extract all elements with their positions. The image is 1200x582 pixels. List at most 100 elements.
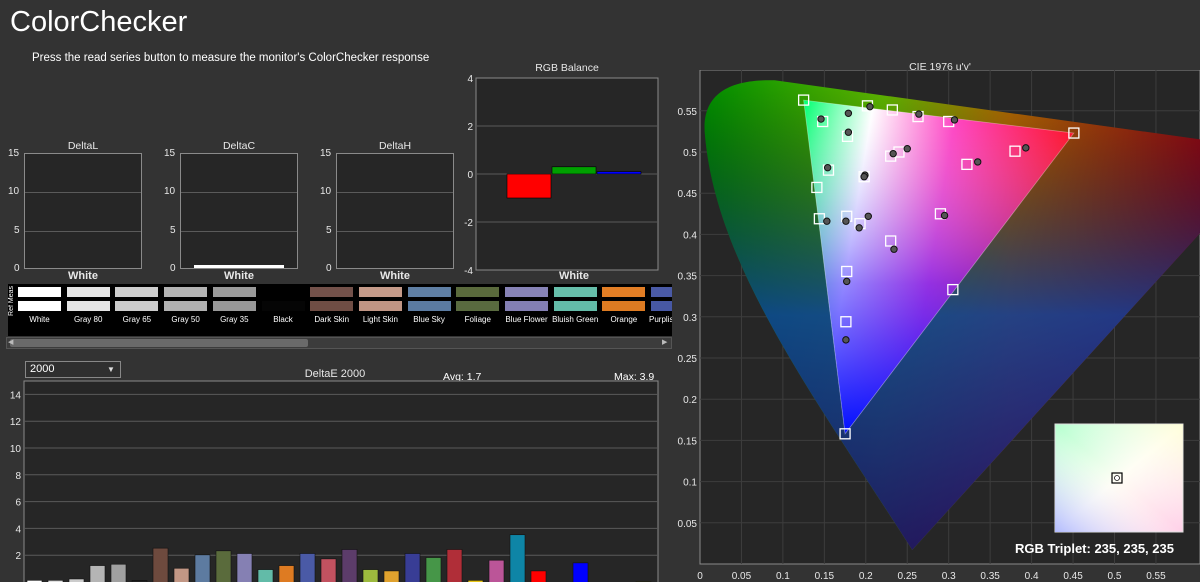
patch-ref-swatch [456, 287, 500, 297]
deltae-bar [257, 569, 274, 582]
cie-x-tick-label: 0.55 [1146, 571, 1166, 582]
delta-c-tick: 15 [164, 148, 176, 159]
patch-meas-swatch [602, 301, 646, 311]
deltae-bar [572, 562, 589, 582]
cie-measured-marker [940, 211, 949, 220]
rgb-balance-plot: 4 2 0 -2 -4 [464, 74, 659, 274]
patch-ref-swatch [505, 287, 548, 297]
delta-h-plot [336, 153, 454, 269]
cie-y-tick-label: 0.45 [678, 189, 698, 200]
rgb-tick-label: 2 [467, 122, 473, 133]
deltae-tick-label: 4 [15, 524, 21, 535]
delta-c-title: DeltaC [222, 140, 256, 152]
chevron-down-icon[interactable]: ▼ [107, 361, 115, 378]
cie-x-tick-label: 0.35 [980, 571, 1000, 582]
rgb-tick-label: 0 [467, 170, 473, 181]
cie-y-tick-label: 0.5 [683, 148, 697, 159]
cie-x-tick-label: 0.5 [1108, 571, 1122, 582]
patch-ref-swatch [358, 287, 402, 297]
patch-meas-swatch [407, 301, 451, 311]
deltae-tick-label: 12 [10, 417, 22, 428]
cie-diagram: 0.55 0.5 0.45 0.4 0.35 0.3 0.25 0.2 0.15 0.1 0.05 0… [678, 70, 1200, 582]
cie-x-tick-label: 0.45 [1063, 571, 1083, 582]
cie-y-tick-label: 0.1 [683, 478, 697, 489]
cie-measured-marker [855, 224, 863, 232]
rgb-balance-xlabel: White [559, 270, 589, 282]
patch-meas-swatch [310, 301, 354, 311]
cie-measured-marker [844, 128, 853, 136]
deltae-bar [488, 559, 505, 582]
delta-h-title: DeltaH [378, 140, 412, 152]
deltae-tick-label: 14 [10, 390, 22, 401]
cie-x-tick-label: 0.4 [1025, 571, 1039, 582]
patch-scroll-thumb[interactable] [10, 339, 308, 347]
patch-meas-swatch [164, 301, 208, 311]
delta-l-tick: 5 [14, 225, 20, 236]
deltae-bar [299, 553, 316, 582]
patch-ref-swatch [164, 287, 208, 297]
patch-ref-swatch [18, 287, 61, 297]
deltae-tick-label: 8 [15, 471, 21, 482]
cie-y-tick-label: 0.55 [678, 107, 698, 118]
delta-h-tick: 15 [320, 148, 332, 159]
delta-h-tick: 0 [326, 263, 332, 274]
scroll-right-icon[interactable]: ▶ [662, 338, 667, 346]
deltae-bar [446, 549, 463, 582]
cie-measured-marker [817, 115, 825, 123]
cie-y-tick-label: 0.35 [678, 272, 698, 283]
deltae-tick-label: 6 [15, 498, 21, 509]
patch-meas-swatch [261, 301, 305, 311]
cie-measured-marker [842, 336, 850, 344]
patch-ref-swatch [407, 287, 451, 297]
cie-measured-marker [843, 277, 851, 286]
rgb-tick-label: -4 [464, 266, 473, 274]
patch-label: Gray 35 [220, 315, 249, 324]
delta-l-tick: 15 [8, 148, 20, 159]
scroll-left-icon[interactable]: ◀ [8, 338, 13, 346]
deltae-bar [320, 558, 337, 582]
patch-ref-swatch [553, 287, 597, 297]
delta-c-xlabel: White [224, 270, 254, 282]
delta-c-tick: 5 [170, 225, 176, 236]
patch-meas-swatch [553, 301, 597, 311]
cie-measured-marker [915, 110, 923, 118]
deltae-bar [173, 567, 190, 582]
patch-label: Black [273, 315, 293, 324]
delta-l-tick: 10 [8, 186, 20, 197]
delta-c-tick: 10 [164, 186, 176, 197]
cie-y-tick-label: 0.2 [683, 395, 697, 406]
deltae-bar [530, 570, 547, 582]
patch-meas-swatch [66, 301, 110, 311]
cie-y-tick-label: 0.3 [683, 313, 697, 324]
cie-y-tick-label: 0.25 [678, 354, 698, 365]
cie-measured-marker [903, 145, 911, 153]
deltae-bar [278, 565, 295, 582]
patch-label: Bluish Green [552, 315, 599, 324]
deltae-bar [425, 557, 442, 582]
patch-meas-swatch [18, 301, 61, 311]
ref-meas-label: Ref Meas [8, 286, 15, 316]
cie-x-tick-label: 0 [697, 571, 703, 582]
deltae-tick-label: 10 [10, 444, 22, 455]
deltae-plot: 14 12 10 8 6 4 2 [10, 380, 659, 582]
cie-measured-marker [950, 116, 959, 124]
cie-x-tick-label: 0.1 [776, 571, 790, 582]
cie-measured-marker [866, 102, 874, 111]
deltae-bar [341, 549, 358, 582]
deltae-bar [236, 553, 253, 582]
deltae-plot-frame [23, 380, 659, 582]
delta-h-xlabel: White [380, 270, 410, 282]
patch-label: Gray 50 [171, 315, 200, 324]
deltae-bar [194, 554, 211, 582]
delta-l-title: DeltaL [67, 140, 99, 152]
patch-ref-swatch [66, 287, 110, 297]
deltae-bar [152, 547, 169, 582]
delta-c-bar [194, 265, 284, 268]
delta-l-tick: 0 [14, 263, 20, 274]
patch-label: Blue Sky [413, 315, 445, 324]
deltae-bar [89, 565, 106, 582]
patch-ref-swatch [212, 287, 256, 297]
delta-l-xlabel: White [68, 270, 98, 282]
patch-ref-swatch [261, 287, 305, 297]
delta-c-tick: 0 [170, 263, 176, 274]
